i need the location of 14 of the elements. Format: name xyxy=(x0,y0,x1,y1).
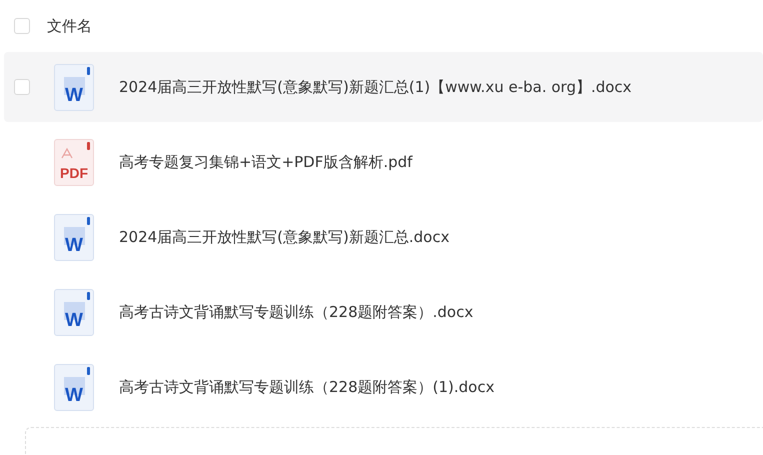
file-icon: PDF xyxy=(54,138,94,186)
file-name[interactable]: 高考专题复习集锦+语文+PDF版含解析.pdf xyxy=(119,152,412,172)
column-header: 文件名 xyxy=(47,16,92,36)
file-name[interactable]: 2024届高三开放性默写(意象默写)新题汇总.docx xyxy=(119,228,450,246)
file-name[interactable]: 高考古诗文背诵默写专题训练（228题附答案）.docx xyxy=(119,302,474,322)
file-icon: W xyxy=(54,288,94,336)
checkbox[interactable] xyxy=(14,79,30,95)
file-icon: W xyxy=(54,64,94,110)
checkbox[interactable] xyxy=(14,18,30,34)
file-row[interactable]: W 2024届高三开放性默写(意象默写)新题汇总(1)【www.xu e-ba. org】.docx xyxy=(4,52,763,122)
file-name[interactable]: 2024届高三开放性默写(意象默写)新题汇总(1)【www.xu e-ba. org】.docx xyxy=(119,78,632,96)
file-name[interactable]: 高考古诗文背诵默写专题训练（228题附答案）(1).docx xyxy=(119,378,494,396)
file-icon: W xyxy=(54,364,94,410)
file-icon: W xyxy=(54,214,94,260)
